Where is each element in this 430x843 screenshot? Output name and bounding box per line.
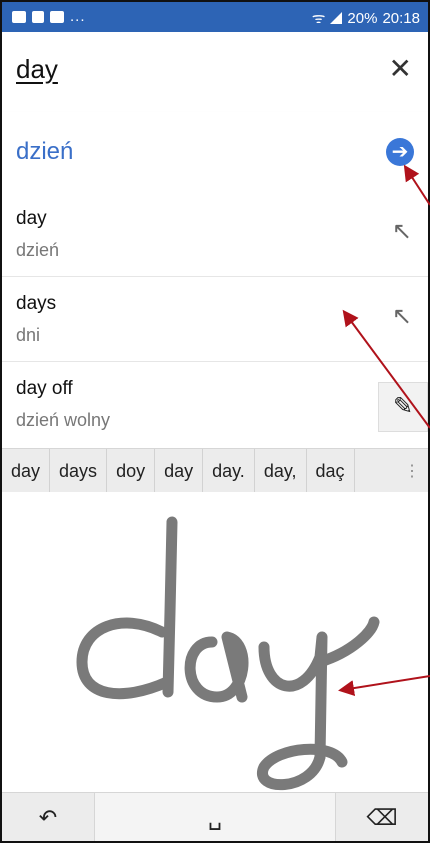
- suggestion-word: day off: [16, 378, 73, 399]
- status-bar: ... ᯤ 20% 20:18: [2, 2, 428, 32]
- suggestion-translation: dzień wolny: [16, 410, 111, 430]
- candidate-strip: day days doy day day. day, daç ⋮: [2, 448, 428, 494]
- candidate-word[interactable]: day: [155, 449, 204, 493]
- battery-level: 20%: [347, 9, 378, 27]
- handwriting-mode-icon[interactable]: ✎: [378, 382, 428, 432]
- close-icon[interactable]: ✕: [389, 52, 412, 85]
- list-item[interactable]: day dzień ↖: [2, 192, 428, 277]
- list-item[interactable]: days dni ↖: [2, 277, 428, 362]
- suggestion-translation: dni: [16, 325, 41, 345]
- candidate-word[interactable]: day,: [255, 449, 307, 493]
- handwritten-word: [76, 516, 380, 791]
- clock: 20:18: [382, 9, 420, 27]
- search-bar[interactable]: day ✕: [2, 32, 428, 113]
- suggestion-word: days: [16, 293, 57, 314]
- handwriting-canvas[interactable]: [2, 492, 428, 792]
- candidate-word[interactable]: day.: [203, 449, 255, 493]
- list-item[interactable]: day off dzień wolny ✎: [2, 362, 428, 446]
- arrow-up-left-icon[interactable]: ↖: [392, 217, 412, 246]
- candidate-word[interactable]: day: [2, 449, 51, 493]
- suggestion-word: day: [16, 208, 47, 229]
- more-vertical-icon[interactable]: ⋮: [404, 461, 428, 481]
- suggestion-list: day dzień ↖ days dni ↖ day off dzień wol…: [2, 192, 428, 446]
- phone-screen: ... ᯤ 20% 20:18 day ✕ dzień ➔ day dzień …: [0, 0, 430, 843]
- translation-result[interactable]: dzień ➔: [2, 112, 428, 192]
- undo-icon[interactable]: ↶: [2, 793, 94, 841]
- candidate-word[interactable]: days: [50, 449, 108, 493]
- candidate-word[interactable]: doy: [107, 449, 156, 493]
- play-store-icon: [32, 10, 44, 23]
- mail-icon: [50, 10, 64, 23]
- arrow-up-left-icon[interactable]: ↖: [392, 302, 412, 331]
- status-more: ...: [70, 8, 86, 25]
- gallery-icon: [12, 10, 26, 23]
- backspace-icon[interactable]: ⌫: [336, 793, 428, 841]
- translation-text: dzień: [16, 138, 74, 165]
- space-icon[interactable]: ␣: [94, 793, 336, 841]
- arrow-circle-right-icon[interactable]: ➔: [386, 138, 414, 166]
- signal-icon: [330, 12, 343, 24]
- suggestion-translation: dzień: [16, 240, 60, 260]
- candidate-word[interactable]: daç: [307, 449, 355, 493]
- search-input[interactable]: day: [16, 54, 58, 85]
- keyboard-bottom-row: ↶ ␣ ⌫: [2, 792, 428, 841]
- wifi-icon: ᯤ: [311, 10, 326, 27]
